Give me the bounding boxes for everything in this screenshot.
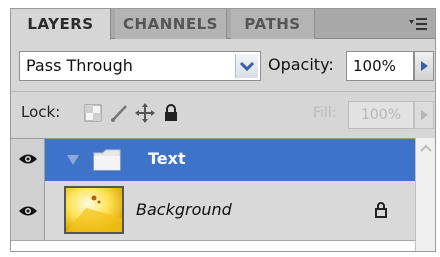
fill-input[interactable]: 100% — [348, 101, 414, 129]
layer-name[interactable]: Background — [136, 200, 232, 219]
lock-all-icon[interactable] — [161, 103, 181, 123]
layer-row-text[interactable]: Text — [11, 139, 415, 181]
triangle-right-icon — [421, 61, 428, 71]
scroll-up-icon[interactable] — [419, 142, 433, 154]
lock-transparent-pixels-icon[interactable] — [83, 103, 103, 123]
layer-row-background[interactable]: Background — [11, 181, 415, 241]
eye-icon — [19, 154, 37, 164]
eye-icon — [19, 206, 37, 216]
lock-image-pixels-icon[interactable] — [109, 103, 129, 123]
fill-label: Fill: — [313, 105, 337, 121]
layer-thumbnail — [64, 186, 124, 234]
fill-slider-button[interactable] — [414, 101, 434, 129]
divider — [11, 91, 435, 92]
opacity-slider-button[interactable] — [414, 51, 434, 81]
lock-position-icon[interactable] — [135, 103, 155, 123]
blend-mode-dropdown-button[interactable] — [235, 54, 258, 78]
layers-panel: LAYERS CHANNELS PATHS Pass Through Opaci… — [10, 8, 436, 252]
blend-mode-value: Pass Through — [26, 56, 133, 75]
tab-paths[interactable]: PATHS — [231, 9, 315, 39]
opacity-input[interactable]: 100% — [346, 51, 414, 81]
visibility-toggle[interactable] — [11, 139, 45, 181]
panel-tab-bar: LAYERS CHANNELS PATHS — [11, 9, 435, 40]
panel-menu-icon[interactable] — [409, 17, 427, 31]
opacity-label: Opacity: — [268, 55, 334, 74]
tab-channels[interactable]: CHANNELS — [115, 9, 227, 39]
chevron-down-icon — [239, 61, 255, 72]
blend-mode-select[interactable]: Pass Through — [19, 51, 261, 81]
folder-icon — [93, 149, 121, 171]
tab-layers[interactable]: LAYERS — [11, 9, 111, 40]
layers-list: Text Background — [11, 138, 415, 251]
layers-scrollbar[interactable] — [415, 138, 435, 251]
lock-label: Lock: — [21, 103, 61, 121]
visibility-toggle[interactable] — [11, 181, 45, 240]
expand-triangle-icon[interactable] — [66, 154, 80, 166]
triangle-right-icon — [421, 110, 428, 120]
layer-name[interactable]: Text — [148, 149, 186, 168]
lock-icon — [375, 202, 387, 218]
